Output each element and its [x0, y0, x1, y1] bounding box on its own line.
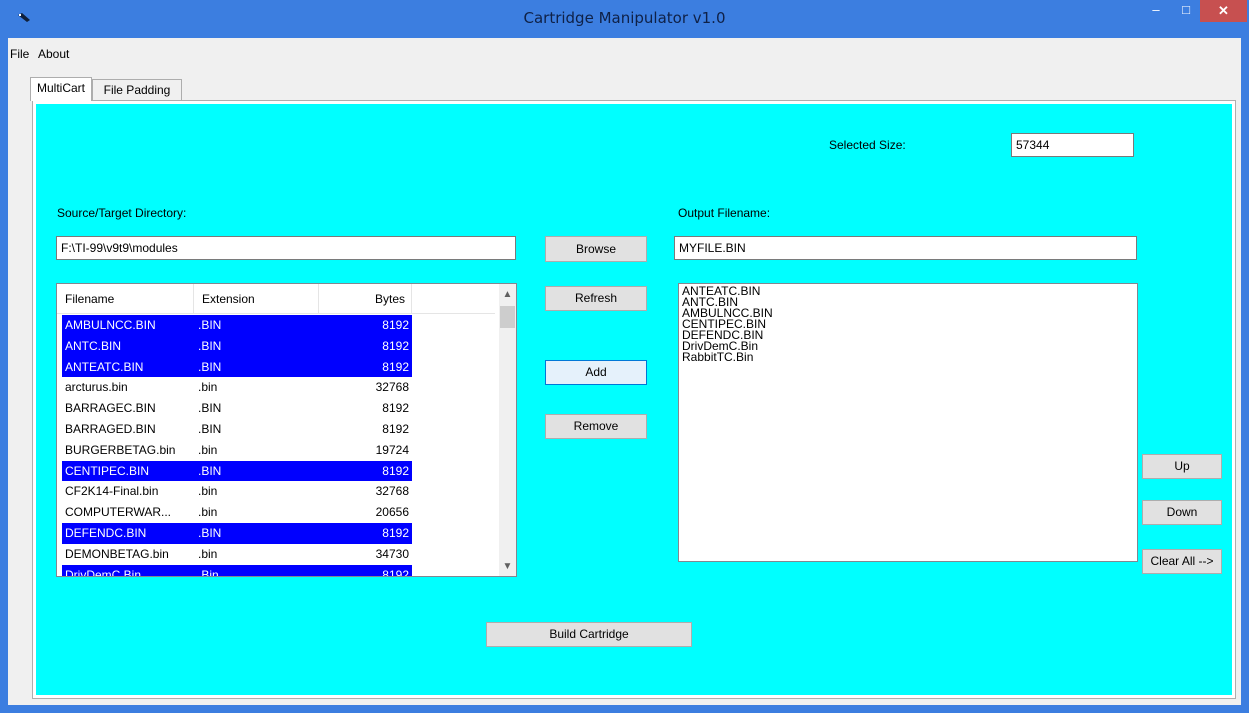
down-button[interactable]: Down: [1142, 500, 1222, 525]
minimize-icon: ‒: [1152, 2, 1160, 17]
table-row[interactable]: CENTIPEC.BIN .BIN 8192: [57, 460, 495, 482]
table-row[interactable]: ANTEATC.BIN .BIN 8192: [57, 356, 495, 378]
list-item[interactable]: RabbitTC.Bin: [682, 351, 1134, 363]
listview-rows: AMBULNCC.BIN .BIN 8192 ANTC.BIN .BIN 8192 ANTE…: [57, 315, 495, 576]
menu-about[interactable]: About: [38, 47, 69, 61]
cell-bytes: 32768: [375, 484, 409, 499]
table-row[interactable]: BARRAGED.BIN .BIN 8192: [57, 419, 495, 440]
cell-bytes: 19724: [375, 442, 409, 457]
output-file-items: ANTEATC.BIN ANTC.BIN AMBULNCC.BIN CENTIPEC.…: [682, 285, 1134, 363]
cell-filename: BARRAGED.BIN: [65, 421, 156, 436]
cell-filename: CENTIPEC.BIN: [62, 460, 194, 482]
up-button[interactable]: Up: [1142, 454, 1222, 479]
browse-button[interactable]: Browse: [545, 236, 647, 262]
cell-bytes: 8192: [319, 564, 412, 576]
cell-filename: DEMONBETAG.bin: [65, 546, 169, 561]
refresh-button[interactable]: Refresh: [545, 286, 647, 311]
cell-filename: COMPUTERWAR...: [65, 505, 172, 520]
cell-filename: BURGERBETAG.bin: [65, 442, 176, 457]
source-directory-input[interactable]: F:\TI-99\v9t9\modules: [56, 236, 516, 260]
cell-extension: .BIN: [198, 401, 222, 416]
cell-filename: arcturus.bin: [65, 380, 128, 395]
column-filename[interactable]: Filename: [57, 284, 194, 314]
app-window: Cartridge Manipulator v1.0 ‒ □ ✕ File Ab…: [0, 0, 1249, 713]
table-row[interactable]: ANTC.BIN .BIN 8192: [57, 335, 495, 357]
menu-bar: File About: [8, 38, 1241, 68]
tab-multicart[interactable]: MultiCart: [30, 77, 92, 101]
cell-bytes: 20656: [375, 505, 409, 520]
table-row[interactable]: BURGERBETAG.bin .bin 19724: [57, 440, 495, 461]
listview-scrollbar[interactable]: ▲ ▼: [499, 284, 516, 576]
cell-bytes: 34730: [375, 546, 409, 561]
table-row[interactable]: AMBULNCC.BIN .BIN 8192: [57, 315, 495, 336]
source-directory-label: Source/Target Directory:: [57, 206, 187, 220]
list-item[interactable]: ANTEATC.BIN: [682, 285, 1134, 297]
cell-bytes: 32768: [375, 380, 409, 395]
cell-filename: AMBULNCC.BIN: [62, 315, 194, 336]
cell-extension: .bin: [198, 546, 218, 561]
cell-extension: .BIN: [194, 356, 319, 378]
table-row[interactable]: COMPUTERWAR... .bin 20656: [57, 502, 495, 523]
minimize-button[interactable]: ‒: [1142, 2, 1170, 24]
source-file-listview[interactable]: Filename Extension Bytes AMBULNCC.BIN .BI…: [56, 283, 517, 577]
cell-filename: BARRAGEC.BIN: [65, 401, 156, 416]
output-filename-label: Output Filename:: [678, 206, 771, 220]
cell-extension: .bin: [198, 505, 218, 520]
panel-background: Selected Size: 57344 Source/Target Direc…: [36, 104, 1232, 695]
selected-size-label: Selected Size:: [829, 138, 906, 152]
remove-button[interactable]: Remove: [545, 414, 647, 439]
cell-filename: ANTEATC.BIN: [62, 356, 194, 378]
column-bytes[interactable]: Bytes: [319, 284, 412, 314]
cell-bytes: 8192: [382, 421, 409, 436]
cell-extension: .BIN: [194, 522, 319, 544]
build-cartridge-button[interactable]: Build Cartridge: [486, 622, 692, 647]
table-row[interactable]: BARRAGEC.BIN .BIN 8192: [57, 398, 495, 419]
output-file-listbox[interactable]: ANTEATC.BIN ANTC.BIN AMBULNCC.BIN CENTIPEC.…: [678, 283, 1138, 562]
table-row[interactable]: DEMONBETAG.bin .bin 34730: [57, 544, 495, 565]
table-row[interactable]: DrivDemC.Bin .Bin 8192: [57, 564, 495, 576]
maximize-icon: □: [1182, 2, 1190, 17]
scroll-thumb[interactable]: [500, 306, 515, 328]
cell-bytes: 8192: [382, 401, 409, 416]
window-title: Cartridge Manipulator v1.0: [523, 9, 726, 27]
column-extension[interactable]: Extension: [194, 284, 319, 314]
close-button[interactable]: ✕: [1200, 0, 1247, 22]
cell-extension: .BIN: [194, 315, 319, 336]
cell-bytes: 8192: [319, 460, 412, 482]
table-row[interactable]: CF2K14-Final.bin .bin 32768: [57, 481, 495, 502]
cell-filename: DEFENDC.BIN: [62, 522, 194, 544]
cell-extension: .bin: [198, 484, 218, 499]
listview-header: Filename Extension Bytes: [57, 284, 495, 314]
cell-filename: DrivDemC.Bin: [62, 564, 194, 576]
menu-file[interactable]: File: [10, 47, 29, 61]
cell-bytes: 8192: [319, 522, 412, 544]
output-filename-input[interactable]: MYFILE.BIN: [674, 236, 1137, 260]
cell-bytes: 8192: [319, 356, 412, 378]
cell-filename: ANTC.BIN: [62, 335, 194, 357]
selected-size-field[interactable]: 57344: [1011, 133, 1134, 157]
close-icon: ✕: [1218, 3, 1229, 18]
add-button[interactable]: Add: [545, 360, 647, 385]
cell-extension: .BIN: [194, 335, 319, 357]
table-row[interactable]: arcturus.bin .bin 32768: [57, 377, 495, 398]
table-row[interactable]: DEFENDC.BIN .BIN 8192: [57, 522, 495, 544]
cell-extension: .bin: [198, 380, 218, 395]
client-area: File About MultiCart File Padding Select…: [8, 38, 1241, 705]
cell-bytes: 8192: [319, 315, 412, 336]
scroll-down-icon[interactable]: ▼: [499, 558, 516, 575]
scroll-up-icon[interactable]: ▲: [499, 286, 516, 303]
tab-file-padding[interactable]: File Padding: [92, 79, 182, 101]
cell-filename: CF2K14-Final.bin: [65, 484, 159, 499]
clear-all-button[interactable]: Clear All -->: [1142, 549, 1222, 574]
cell-extension: .Bin: [194, 564, 319, 576]
cell-extension: .BIN: [198, 421, 222, 436]
cell-extension: .BIN: [194, 460, 319, 482]
maximize-button[interactable]: □: [1172, 2, 1200, 24]
title-bar[interactable]: Cartridge Manipulator v1.0 ‒ □ ✕: [0, 0, 1249, 38]
cell-bytes: 8192: [319, 335, 412, 357]
cell-extension: .bin: [198, 442, 218, 457]
multicart-panel: Selected Size: 57344 Source/Target Direc…: [32, 100, 1236, 699]
